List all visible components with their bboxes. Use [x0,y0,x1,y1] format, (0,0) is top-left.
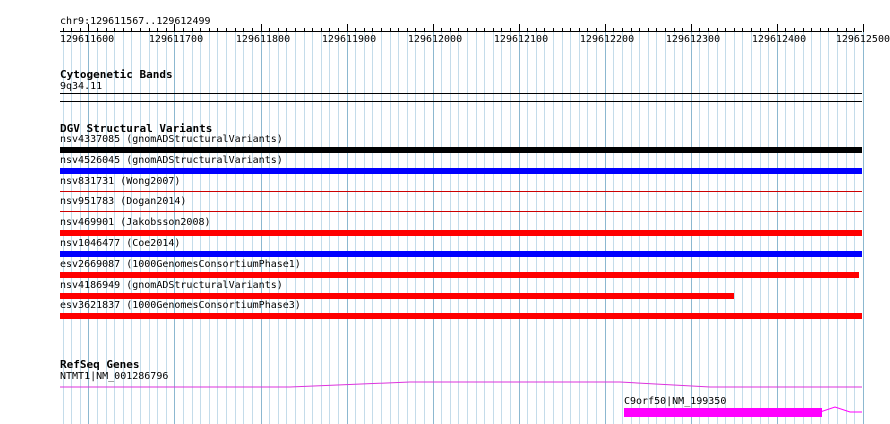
gene-label-c9orf50[interactable]: C9orf50|NM_199350 [624,396,726,408]
track-separator [60,101,862,102]
ruler-tick-label: 129611600 [60,34,115,45]
dgv-feature-label[interactable]: nsv1046477 (Coe2014) [60,238,180,250]
dgv-feature-bar[interactable] [60,272,859,278]
cytoband-track-title: Cytogenetic Bands [60,68,173,81]
dgv-feature-label[interactable]: nsv951783 (Dogan2014) [60,196,186,208]
ruler-tick-label: 129611900 [321,34,377,45]
dgv-feature-bar[interactable] [60,211,862,212]
ruler-axis [60,31,862,32]
dgv-feature-bar[interactable] [60,293,734,299]
cytoband-line [60,93,862,94]
ruler-tick-label: 129611800 [235,34,291,45]
dgv-feature-label[interactable]: esv3621837 (1000GenomesConsortiumPhase3) [60,300,301,312]
dgv-feature-label[interactable]: nsv4186949 (gnomADStructuralVariants) [60,280,283,292]
dgv-feature-label[interactable]: esv2669087 (1000GenomesConsortiumPhase1) [60,259,301,271]
dgv-feature-bar[interactable] [60,168,862,174]
dgv-feature-bar[interactable] [60,251,862,257]
dgv-feature-bar[interactable] [60,313,862,319]
dgv-feature-bar[interactable] [60,191,862,192]
dgv-feature-label[interactable]: nsv4526045 (gnomADStructuralVariants) [60,155,283,167]
ruler-tick-label: 129612000 [407,34,463,45]
ruler-location: chr9:129611567..129612499 [60,16,211,27]
dgv-feature-bar[interactable] [60,147,862,153]
dgv-feature-label[interactable]: nsv831731 (Wong2007) [60,176,180,188]
gene-ntmt1[interactable] [0,378,890,392]
ruler-tick-label: 129611700 [148,34,204,45]
ruler-tick-label: 129612400 [751,34,807,45]
refseq-track-title: RefSeq Genes [60,358,140,371]
dgv-feature-bar[interactable] [60,230,862,236]
genome-browser: chr9:129611567..129612499 129611600 12961… [0,0,890,424]
gene-c9orf50-intron[interactable] [820,400,865,420]
dgv-feature-label[interactable]: nsv4337085 (gnomADStructuralVariants) [60,134,283,146]
gene-c9orf50-exon[interactable] [624,408,822,417]
ruler-tick-label: 129612100 [493,34,549,45]
ruler-tick-label: 129612300 [665,34,721,45]
ruler-tick-label: 129612200 [579,34,635,45]
cytoband-label[interactable]: 9q34.11 [60,81,102,93]
ruler-tick-label: 129612500 [835,34,890,45]
dgv-feature-label[interactable]: nsv469901 (Jakobsson2008) [60,217,211,229]
